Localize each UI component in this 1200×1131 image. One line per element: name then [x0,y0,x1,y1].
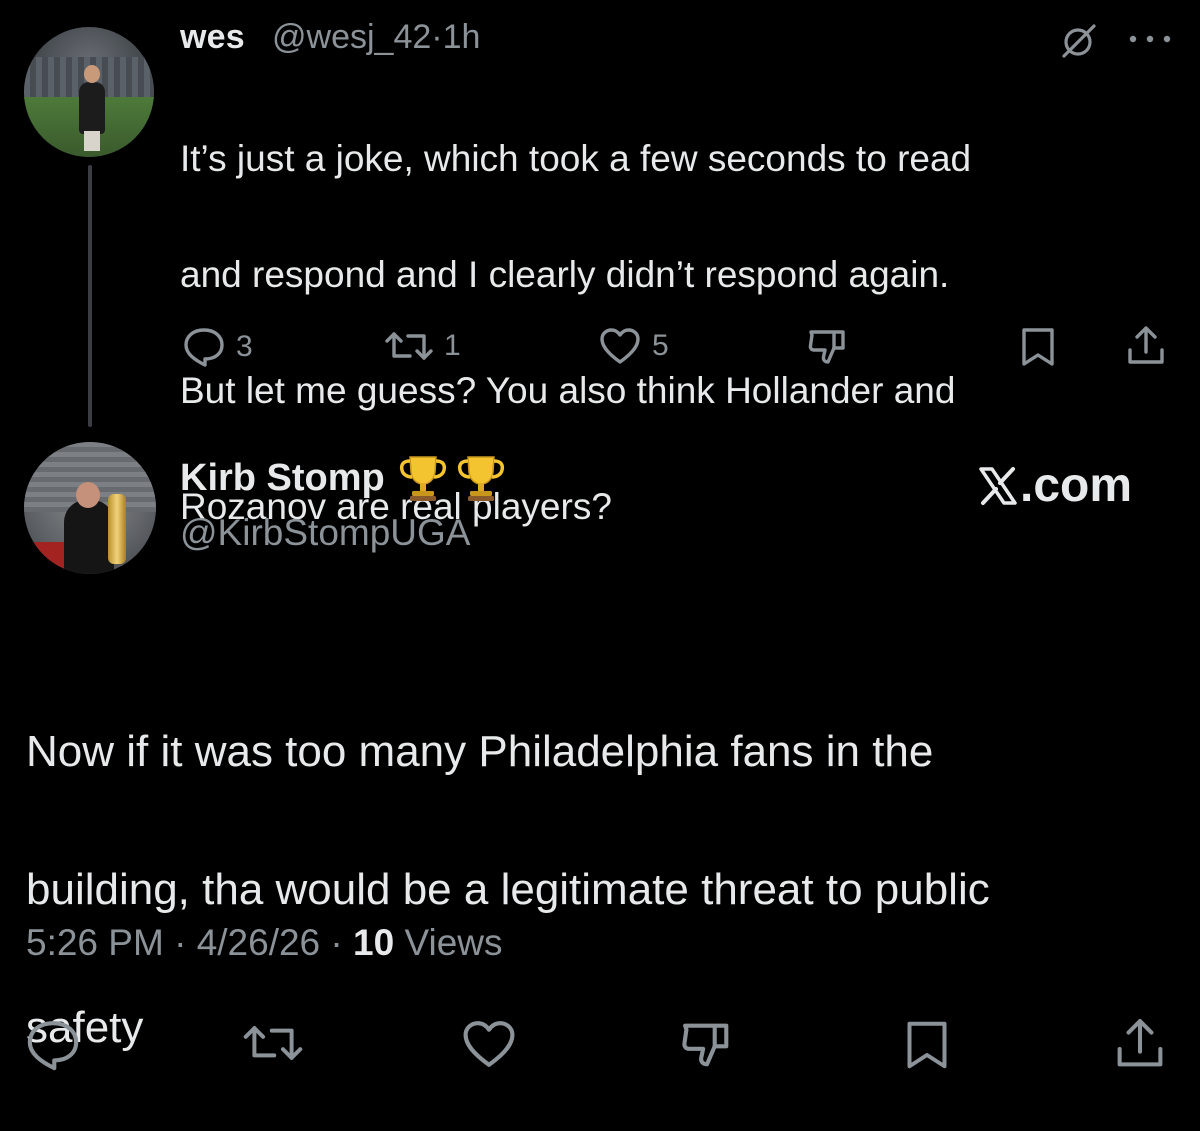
x-logo-icon [979,466,1017,505]
reply-text-line: It’s just a joke, which took a few secon… [180,138,972,179]
bookmark-icon [907,1021,947,1069]
repost-button[interactable] [242,1018,304,1068]
like-icon [463,1021,515,1067]
avatar-person [76,482,100,508]
like-icon [600,328,640,364]
avatar-person [79,82,105,134]
tweet-time[interactable]: 5:26 PM [26,922,164,964]
meta-separator: · [174,922,187,963]
main-tweet-text: Now if it was too many Philadelphia fans… [26,648,1176,1131]
dislike-button[interactable] [678,1018,736,1072]
repost-button[interactable]: 1 [384,326,461,366]
trophy-emoji-icon [399,456,446,501]
reply-icon [184,328,224,367]
reply-button[interactable]: 3 [182,326,253,368]
dislike-button[interactable] [806,326,850,368]
dislike-icon [682,1023,729,1067]
kirb-avatar[interactable] [24,442,156,574]
main-display-name[interactable]: Kirb Stomp [180,457,385,500]
grok-icon[interactable] [1058,22,1098,62]
reply-time[interactable]: 1h [443,18,481,56]
share-button[interactable] [1124,324,1168,368]
reply-count: 3 [236,330,253,363]
main-text-line: building, tha would be a legitimate thre… [26,865,990,914]
meta-separator: · [330,922,343,963]
reply-display-name[interactable]: wes [180,18,245,57]
reply-text-line: But let me guess? You also think Holland… [180,370,956,411]
tweet-date[interactable]: 4/26/26 [197,922,320,964]
repost-icon [385,332,433,360]
like-count: 5 [652,329,669,362]
main-text-line: safety [26,1003,144,1052]
watermark-text: .com [1020,459,1133,512]
bookmark-button[interactable] [1018,326,1058,368]
reply-text-line: and respond and I clearly didn’t respond… [180,254,950,295]
reply-handle[interactable]: @wesj_42 [272,18,431,56]
thread-connector-line [88,165,92,427]
reply-button[interactable] [24,1018,82,1072]
repost-count: 1 [444,329,461,362]
bookmark-icon [1022,328,1054,366]
share-icon [1128,326,1164,364]
reply-meta: @wesj_42·1h [272,18,480,57]
like-button[interactable] [460,1018,518,1070]
avatar-person [84,131,100,151]
avatar-person [64,500,114,574]
main-handle[interactable]: @KirbStompUGA [180,512,470,554]
bookmark-button[interactable] [902,1018,952,1072]
reply-icon [27,1021,79,1071]
main-text-line: Now if it was too many Philadelphia fans… [26,727,934,776]
more-options-icon[interactable] [1126,32,1174,46]
meta-separator: · [431,18,443,56]
dislike-icon [808,330,845,364]
trophy-emoji-icon [457,456,504,501]
wes-avatar[interactable] [24,27,154,157]
like-button[interactable]: 5 [598,326,669,366]
main-author-row: Kirb Stomp [180,452,507,504]
share-icon [1117,1019,1163,1067]
xcom-watermark: .com [978,458,1132,513]
share-button[interactable] [1112,1016,1168,1072]
avatar-person [84,65,100,83]
repost-icon [243,1026,303,1060]
avatar-trophy [108,494,126,564]
tweet-timestamp-row: 5:26 PM · 4/26/26 · 10 Views [26,922,503,964]
views-count: 10 [353,922,395,963]
views-label[interactable]: Views [404,922,502,964]
